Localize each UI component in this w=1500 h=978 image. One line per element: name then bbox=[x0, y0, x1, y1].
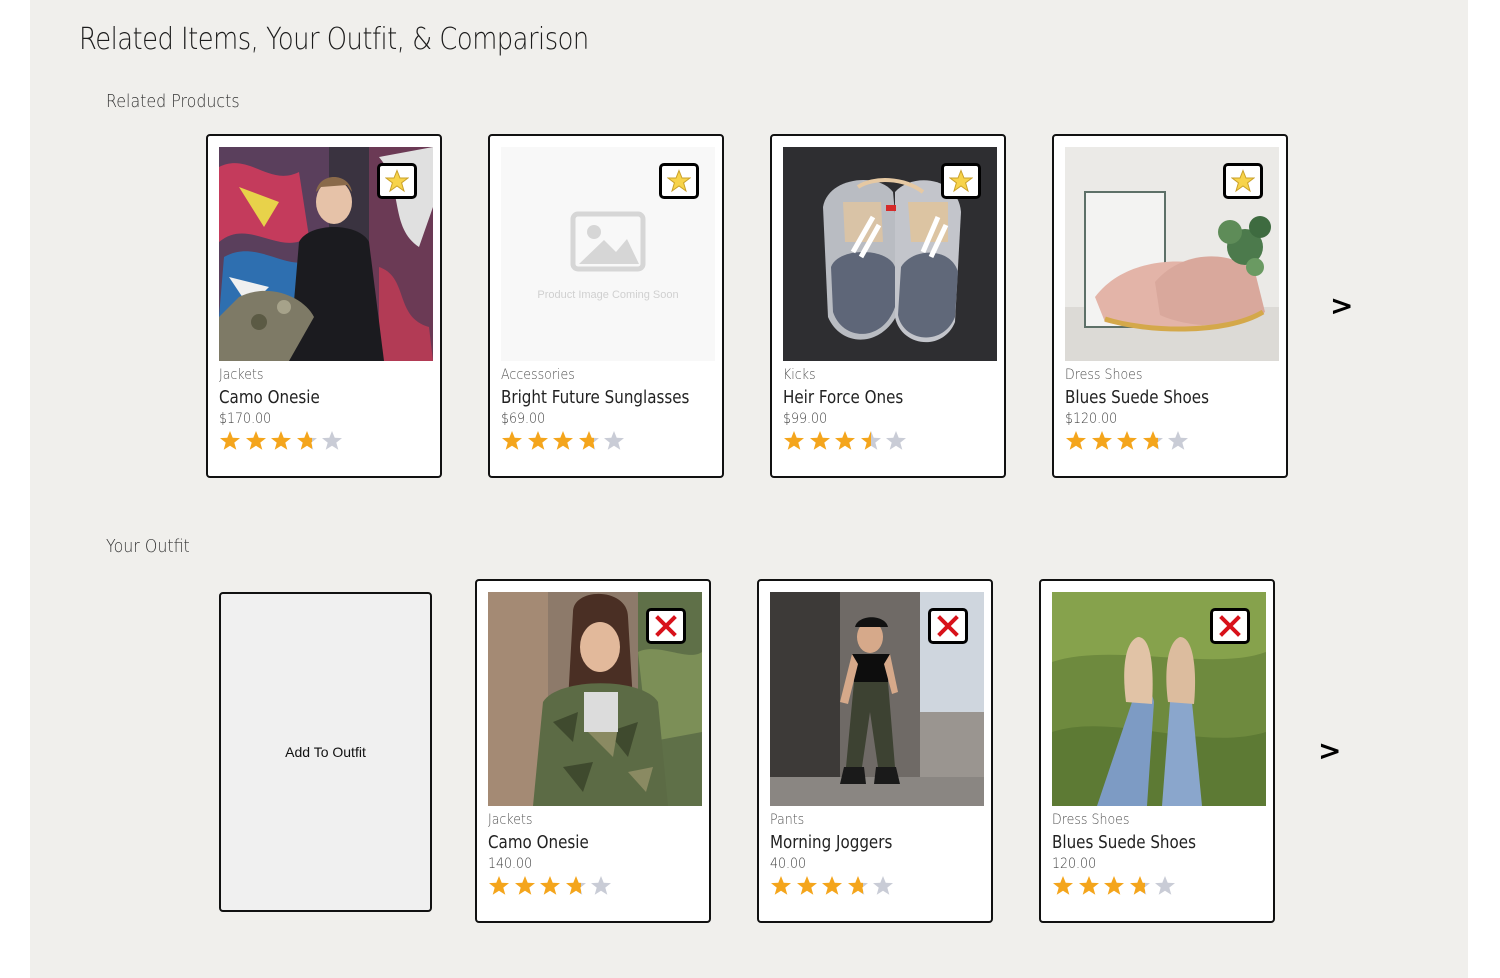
rating-star-icon bbox=[501, 430, 527, 452]
product-price: $99.00 bbox=[783, 411, 828, 427]
remove-from-outfit-button[interactable] bbox=[1210, 608, 1250, 644]
related-product-card[interactable]: Dress Shoes Blues Suede Shoes $120.00 bbox=[1052, 134, 1288, 478]
add-to-outfit-button[interactable]: Add To Outfit bbox=[219, 592, 432, 912]
remove-from-outfit-button[interactable] bbox=[928, 608, 968, 644]
product-price: $170.00 bbox=[219, 411, 272, 427]
star-rating bbox=[770, 875, 898, 897]
rating-star-icon bbox=[847, 875, 873, 897]
outfit-card[interactable]: Dress Shoes Blues Suede Shoes 120.00 bbox=[1039, 579, 1275, 923]
rating-star-icon bbox=[590, 875, 616, 897]
product-name[interactable]: Camo Onesie bbox=[219, 387, 320, 408]
product-price: 40.00 bbox=[770, 856, 807, 872]
star-rating bbox=[219, 430, 347, 452]
product-image[interactable] bbox=[1065, 147, 1279, 361]
product-category: Accessories bbox=[501, 367, 575, 383]
favorite-star-button[interactable] bbox=[941, 163, 981, 199]
rating-star-icon bbox=[1103, 875, 1129, 897]
favorite-star-button[interactable] bbox=[1223, 163, 1263, 199]
close-icon bbox=[1219, 615, 1241, 637]
star-rating bbox=[501, 430, 629, 452]
rating-star-icon bbox=[796, 875, 822, 897]
rating-star-icon bbox=[1065, 430, 1091, 452]
rating-star-icon bbox=[1116, 430, 1142, 452]
product-name[interactable]: Blues Suede Shoes bbox=[1052, 832, 1196, 853]
product-name[interactable]: Camo Onesie bbox=[488, 832, 589, 853]
star-rating bbox=[1052, 875, 1180, 897]
rating-star-icon bbox=[270, 430, 296, 452]
rating-star-icon bbox=[552, 430, 578, 452]
product-name[interactable]: Bright Future Sunglasses bbox=[501, 387, 689, 408]
product-name[interactable]: Heir Force Ones bbox=[783, 387, 903, 408]
rating-star-icon bbox=[860, 430, 886, 452]
product-image-placeholder[interactable]: Product Image Coming Soon bbox=[501, 147, 715, 361]
product-image[interactable] bbox=[1052, 592, 1266, 806]
your-outfit-heading: Your Outfit bbox=[106, 536, 190, 557]
rating-star-icon bbox=[885, 430, 911, 452]
product-price: 120.00 bbox=[1052, 856, 1097, 872]
rating-star-icon bbox=[872, 875, 898, 897]
product-name[interactable]: Blues Suede Shoes bbox=[1065, 387, 1209, 408]
outfit-next-arrow-button[interactable]: > bbox=[1318, 737, 1341, 765]
close-icon bbox=[655, 615, 677, 637]
product-price: $120.00 bbox=[1065, 411, 1118, 427]
related-product-card[interactable]: Jackets Camo Onesie $170.00 bbox=[206, 134, 442, 478]
rating-star-icon bbox=[1052, 875, 1078, 897]
rating-star-icon bbox=[834, 430, 860, 452]
rating-star-icon bbox=[1142, 430, 1168, 452]
remove-from-outfit-button[interactable] bbox=[646, 608, 686, 644]
star-rating bbox=[488, 875, 616, 897]
rating-star-icon bbox=[527, 430, 553, 452]
page-title: Related Items, Your Outfit, & Comparison bbox=[79, 22, 589, 57]
related-product-card[interactable]: Kicks Heir Force Ones $99.00 bbox=[770, 134, 1006, 478]
outfit-card[interactable]: Jackets Camo Onesie 140.00 bbox=[475, 579, 711, 923]
product-category: Pants bbox=[770, 812, 805, 828]
rating-star-icon bbox=[578, 430, 604, 452]
rating-star-icon bbox=[770, 875, 796, 897]
product-image[interactable] bbox=[783, 147, 997, 361]
star-icon bbox=[949, 169, 973, 193]
star-icon bbox=[385, 169, 409, 193]
rating-star-icon bbox=[1078, 875, 1104, 897]
product-image[interactable] bbox=[219, 147, 433, 361]
related-product-card[interactable]: Product Image Coming Soon Accessories Br… bbox=[488, 134, 724, 478]
product-name[interactable]: Morning Joggers bbox=[770, 832, 892, 853]
rating-star-icon bbox=[1129, 875, 1155, 897]
rating-star-icon bbox=[514, 875, 540, 897]
placeholder-caption: Product Image Coming Soon bbox=[537, 289, 679, 301]
favorite-star-button[interactable] bbox=[377, 163, 417, 199]
close-icon bbox=[937, 615, 959, 637]
rating-star-icon bbox=[809, 430, 835, 452]
rating-star-icon bbox=[1091, 430, 1117, 452]
rating-star-icon bbox=[565, 875, 591, 897]
rating-star-icon bbox=[1167, 430, 1193, 452]
product-category: Dress Shoes bbox=[1065, 367, 1143, 383]
rating-star-icon bbox=[1154, 875, 1180, 897]
star-rating bbox=[783, 430, 911, 452]
rating-star-icon bbox=[603, 430, 629, 452]
product-price: $69.00 bbox=[501, 411, 546, 427]
related-next-arrow-button[interactable]: > bbox=[1330, 292, 1353, 320]
rating-star-icon bbox=[488, 875, 514, 897]
star-rating bbox=[1065, 430, 1193, 452]
product-category: Jackets bbox=[219, 367, 264, 383]
product-image[interactable] bbox=[770, 592, 984, 806]
product-category: Kicks bbox=[783, 367, 816, 383]
product-image[interactable] bbox=[488, 592, 702, 806]
product-category: Dress Shoes bbox=[1052, 812, 1130, 828]
star-icon bbox=[667, 169, 691, 193]
rating-star-icon bbox=[296, 430, 322, 452]
rating-star-icon bbox=[783, 430, 809, 452]
star-icon bbox=[1231, 169, 1255, 193]
outfit-card[interactable]: Pants Morning Joggers 40.00 bbox=[757, 579, 993, 923]
rating-star-icon bbox=[245, 430, 271, 452]
product-price: 140.00 bbox=[488, 856, 533, 872]
favorite-star-button[interactable] bbox=[659, 163, 699, 199]
rating-star-icon bbox=[821, 875, 847, 897]
rating-star-icon bbox=[321, 430, 347, 452]
rating-star-icon bbox=[219, 430, 245, 452]
product-category: Jackets bbox=[488, 812, 533, 828]
rating-star-icon bbox=[539, 875, 565, 897]
related-products-heading: Related Products bbox=[106, 91, 240, 112]
